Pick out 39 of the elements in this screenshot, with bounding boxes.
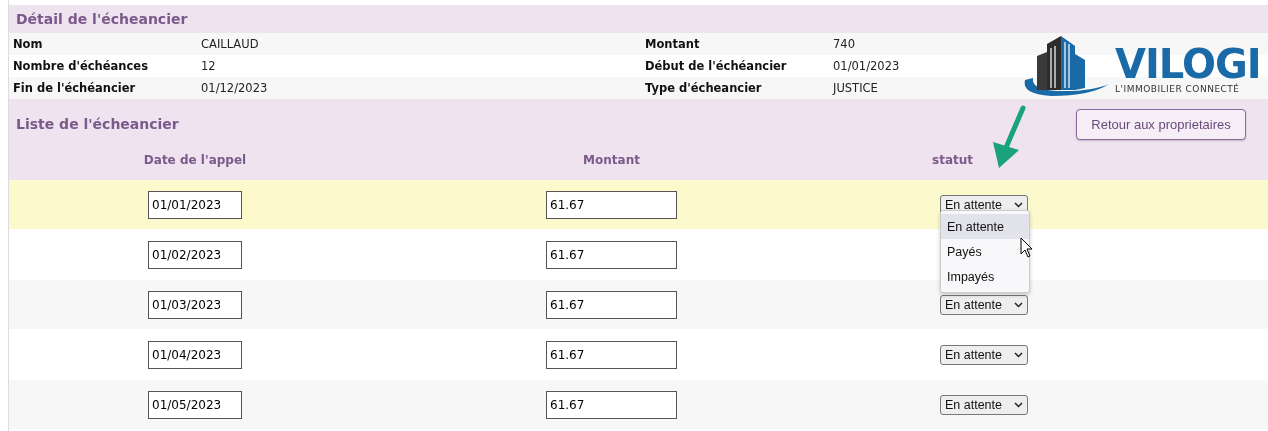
caret-icon [1014, 301, 1023, 308]
field-label: Type d'écheancier [645, 81, 763, 95]
amount-field[interactable]: 61.67 [546, 340, 677, 369]
field-value: 01/01/2023 [833, 59, 900, 73]
date-field[interactable]: 01/02/2023 [148, 240, 242, 269]
field-value: 01/12/2023 [201, 81, 268, 95]
date-field[interactable]: 01/03/2023 [148, 290, 242, 319]
field-label: Fin de l'échéancier [13, 81, 137, 95]
section-title: Liste de l'écheancier [15, 115, 179, 132]
amount-field[interactable]: 61.67 [546, 390, 677, 419]
status-dropdown[interactable]: En attente [940, 344, 1028, 365]
field-label: Nom [13, 37, 44, 51]
caret-icon [1014, 201, 1023, 208]
caret-icon [1014, 351, 1023, 358]
column-header: statut [932, 153, 973, 167]
date-field[interactable]: 01/01/2023 [148, 190, 242, 219]
field-value: 740 [833, 37, 855, 51]
field-value: 12 [201, 59, 216, 73]
date-field[interactable]: 01/04/2023 [148, 340, 242, 369]
logo-tagline: L'IMMOBILIER CONNECTÉ [1115, 84, 1241, 94]
date-field[interactable]: 01/05/2023 [148, 390, 242, 419]
field-label: Début de l'échéancier [645, 59, 788, 73]
dropdown-option[interactable]: En attente [941, 214, 1029, 239]
column-header: Montant [583, 153, 640, 167]
status-dropdown[interactable]: En attente [940, 294, 1028, 315]
back-button[interactable]: Retour aux proprietaires [1076, 109, 1246, 140]
logo-text: VILOGI [1115, 44, 1261, 84]
caret-icon [1014, 401, 1023, 408]
amount-field[interactable]: 61.67 [546, 190, 677, 219]
amount-field[interactable]: 61.67 [546, 290, 677, 319]
status-dropdown[interactable]: En attente [940, 394, 1028, 415]
amount-field[interactable]: 61.67 [546, 240, 677, 269]
dropdown-option[interactable]: Impayés [941, 264, 1029, 289]
field-value: JUSTICE [833, 81, 878, 95]
section-title: Détail de l'écheancier [9, 5, 1268, 33]
field-value: CAILLAUD [201, 37, 259, 51]
field-label: Nombre d'échéances [13, 59, 149, 73]
column-header: Date de l'appel [143, 153, 247, 167]
field-label: Montant [645, 37, 701, 51]
